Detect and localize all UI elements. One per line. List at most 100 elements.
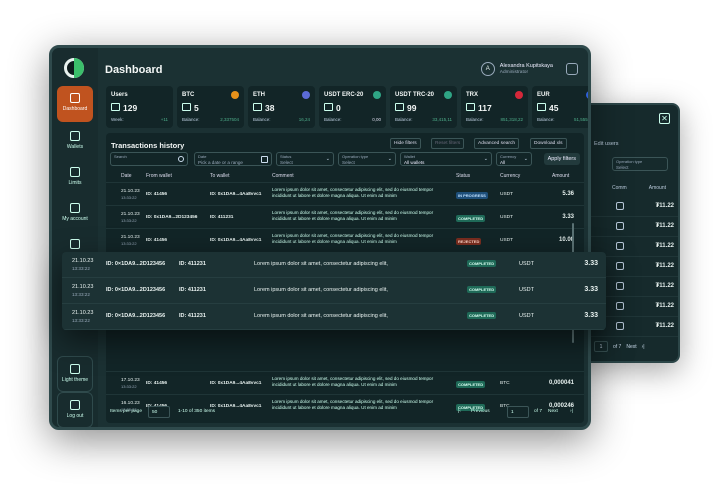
card-btc[interactable]: BTC 5 Balance: 2,337504 xyxy=(177,86,244,128)
card-usdt-trc-20[interactable]: USDT TRC-20 99 Balance: 33,415,11 xyxy=(390,86,457,128)
logout-icon xyxy=(70,400,80,410)
row-to-wallet: ID: 0x1DA9...4Aa8vvc1 xyxy=(210,381,262,386)
card-usdt-erc-20[interactable]: USDT ERC-20 0 Balance: 0,00 xyxy=(319,86,386,128)
col-to-wallet: To wallet xyxy=(210,173,230,179)
coin-icon xyxy=(373,91,381,99)
comment-icon[interactable] xyxy=(616,302,624,310)
card-balance-value: 33,415,11 xyxy=(432,117,452,122)
status-badge: COMPLETED xyxy=(467,286,497,293)
status-label: Status xyxy=(280,154,292,159)
amount-column-header: Amount xyxy=(648,185,666,191)
search-input[interactable]: Search xyxy=(110,152,188,166)
row-date: 21.10.23 xyxy=(72,258,94,264)
hide-filters-button[interactable]: Hide filters xyxy=(390,138,421,149)
date-value: Pick a date or a range xyxy=(198,160,243,165)
date-picker[interactable]: Date Pick a date or a range xyxy=(194,152,272,166)
row-comment: Lorem ipsum dolor sit amet, consectetur … xyxy=(272,187,434,198)
card-trx[interactable]: TRX 117 Balance: 851,318,22 xyxy=(461,86,528,128)
card-balance-value: 51,555,36 xyxy=(573,117,589,122)
row-currency: USDT xyxy=(500,192,514,197)
profile-icon[interactable] xyxy=(566,63,578,75)
col-date[interactable]: Date xyxy=(121,173,132,179)
edit-users-link[interactable]: Edit users xyxy=(594,141,618,147)
coin-icon xyxy=(586,91,588,99)
operation-type-filter[interactable]: Operation type Select ⌄ xyxy=(338,152,396,166)
sidebar-item-log-out[interactable]: Log out xyxy=(57,392,93,427)
wallet-value: All wallets xyxy=(404,160,425,165)
table-row[interactable]: 21.10.23 13:33:22 ID: 0×1DA9...2D123456 ID:… xyxy=(62,252,606,278)
first-page-icon[interactable]: |‹ xyxy=(458,409,461,414)
sidebar-item-light-theme[interactable]: Light theme xyxy=(57,356,93,392)
advanced-search-button[interactable]: Advanced search xyxy=(474,138,520,149)
col-from-wallet: From wallet xyxy=(146,173,172,179)
row-time: 13:33:22 xyxy=(72,318,90,323)
row-comment: Lorem ipsum dolor sit amet, consectetur … xyxy=(272,210,434,221)
operation-type-select[interactable]: Operation type Select xyxy=(612,157,668,171)
card-name: BTC xyxy=(182,92,195,98)
comment-icon[interactable] xyxy=(616,242,624,250)
close-icon[interactable]: ✕ xyxy=(659,113,670,124)
sidebar-item-wallets[interactable]: Wallets xyxy=(57,124,93,160)
download-xls-button[interactable]: Download xls xyxy=(530,138,567,149)
row-to-wallet: ID: 411231 xyxy=(179,287,206,293)
row-to-wallet: ID: 411231 xyxy=(179,313,206,319)
comment-icon[interactable] xyxy=(616,262,624,270)
row-date: 21.10.23 xyxy=(72,310,94,316)
sidebar-item-my-account[interactable]: My account xyxy=(57,196,93,232)
page-input[interactable]: 1 xyxy=(507,406,529,418)
card-value: 129 xyxy=(111,103,137,113)
card-eur[interactable]: EUR 45 Balance: 51,555,36 xyxy=(532,86,589,128)
sidebar-item-label: Dashboard xyxy=(62,106,88,112)
row-time: 13:33:22 xyxy=(72,292,90,297)
table-row[interactable]: 21.10.23 13:33:22 ID: 41456 ID: 0x1DA9...4A… xyxy=(106,228,584,251)
status-badge: REJECTED xyxy=(456,238,482,245)
card-name: Users xyxy=(111,92,128,98)
card-users[interactable]: Users 129 Week: +11 xyxy=(106,86,173,128)
next-button[interactable]: Next xyxy=(548,409,558,414)
table-row[interactable]: 21.10.23 13:33:22 ID: 41456 ID: 0x1DA9...4A… xyxy=(106,182,584,205)
reset-filters-button[interactable]: Reset filters xyxy=(431,138,465,149)
row-from-wallet: ID: 41456 xyxy=(146,381,168,386)
user-menu[interactable]: A Alexandra Kupitskaya Administrator xyxy=(480,60,578,78)
card-balance-label: Balance: xyxy=(395,117,413,122)
card-balance-label: Balance: xyxy=(466,117,484,122)
previous-button[interactable]: Previous xyxy=(471,409,490,414)
comment-icon[interactable] xyxy=(616,322,624,330)
wallet-label: Wallet xyxy=(404,154,415,159)
sidebar-item-label: Limits xyxy=(68,180,82,186)
row-comment: Lorem ipsum dolor sit amet, consectetur … xyxy=(272,233,434,244)
comment-icon[interactable] xyxy=(616,202,624,210)
table-row[interactable]: 21.10.23 13:33:22 ID: 0×1DA9...2D123456 ID:… xyxy=(62,278,606,304)
last-page-icon[interactable]: ›| xyxy=(570,409,573,414)
row-to-wallet: ID: 0x1DA9...4Aa8vvc1 xyxy=(210,238,262,243)
table-row[interactable]: 21.10.23 13:33:22 ID: 0x1DA9...2D123456 ID:… xyxy=(106,205,584,228)
card-balance-label: Balance: xyxy=(253,117,271,122)
last-page-icon[interactable]: ›| xyxy=(642,344,645,350)
comment-icon[interactable] xyxy=(616,282,624,290)
col-currency[interactable]: Currency xyxy=(500,173,520,179)
apply-filters-button[interactable]: Apply filters xyxy=(543,153,580,165)
next-button[interactable]: Next xyxy=(626,344,636,350)
user-role: Administrator xyxy=(499,70,529,75)
table-footer: Items per page 50 1-10 of 350 items |‹ P… xyxy=(106,403,584,423)
table-row[interactable]: 17.10.23 13:33:22 ID: 41456 ID: 0x1DA9...4A… xyxy=(106,371,584,394)
col-amount[interactable]: Amount xyxy=(552,173,569,179)
card-eth[interactable]: ETH 38 Balance: 16,24 xyxy=(248,86,315,128)
items-per-page-select[interactable]: 50 xyxy=(148,406,170,418)
col-status[interactable]: Status xyxy=(456,173,470,179)
main-window: DashboardWalletsLimitsMy accountPayoutLi… xyxy=(49,45,591,430)
row-from-wallet: ID: 0×1DA9...2D123456 xyxy=(106,261,166,267)
status-select[interactable]: Status Select ⌄ xyxy=(276,152,334,166)
operation-type-filter-label: Operation type xyxy=(342,154,369,159)
card-name: USDT ERC-20 xyxy=(324,92,364,98)
wallet-select[interactable]: Wallet All wallets ⌄ xyxy=(400,152,492,166)
sun-icon xyxy=(70,364,80,374)
comment-icon[interactable] xyxy=(616,222,624,230)
table-row[interactable]: 21.10.23 13:33:22 ID: 0×1DA9...2D123456 ID:… xyxy=(62,304,606,330)
card-name: USDT TRC-20 xyxy=(395,92,435,98)
sidebar-item-limits[interactable]: Limits xyxy=(57,160,93,196)
status-badge: COMPLETED xyxy=(456,215,486,222)
currency-select[interactable]: Currency All ⌄ xyxy=(496,152,532,166)
page-input[interactable]: 1 xyxy=(594,341,608,352)
sidebar-item-dashboard[interactable]: Dashboard xyxy=(57,86,93,122)
